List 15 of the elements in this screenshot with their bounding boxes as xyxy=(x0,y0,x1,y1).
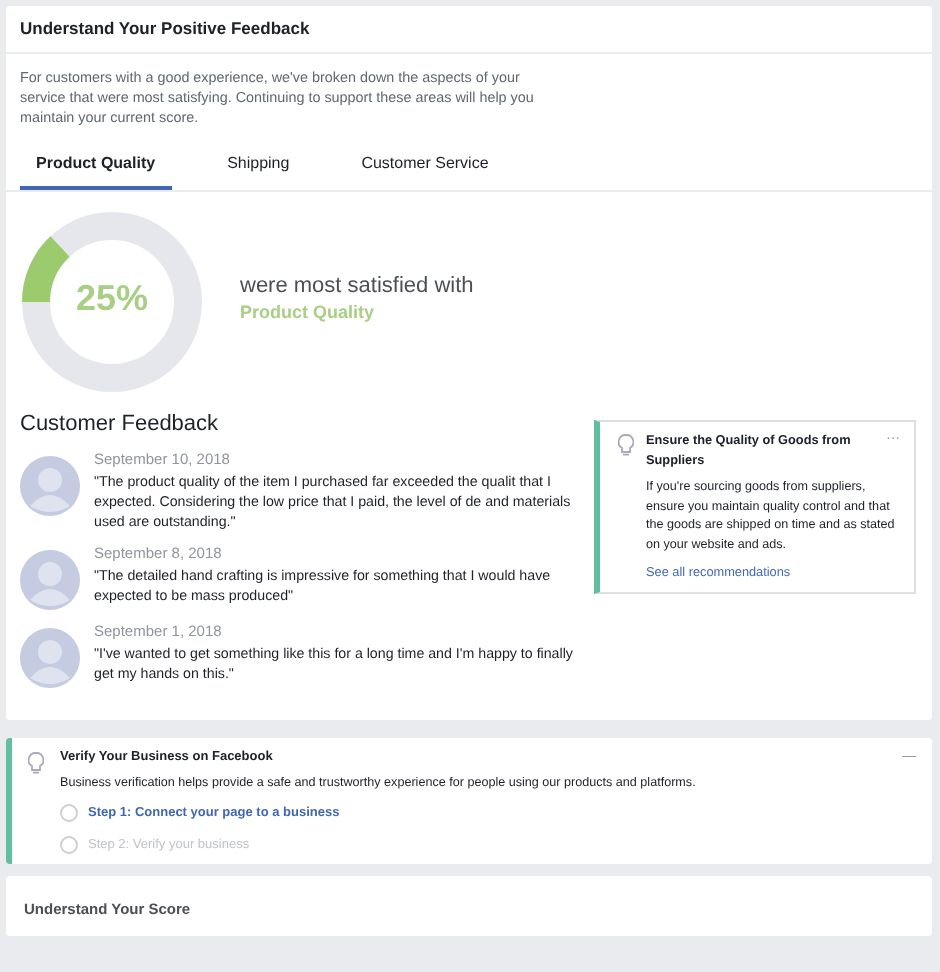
caption: were most satisfied with xyxy=(240,274,474,298)
aspect-label: Product Quality xyxy=(240,302,377,322)
tab[interactable]: Product Quality xyxy=(20,146,172,190)
avatar-icon xyxy=(20,550,80,610)
avatar-icon xyxy=(20,456,80,516)
tab[interactable]: Shipping xyxy=(211,146,306,190)
lightbulb-icon xyxy=(28,752,44,774)
lightbulb-icon xyxy=(618,434,634,456)
percentage: 25% xyxy=(73,278,151,320)
card-title: Understand Your Positive Feedback xyxy=(6,6,932,54)
tab[interactable]: Customer Service xyxy=(345,146,505,190)
step-circle-icon xyxy=(60,804,78,822)
avatar-icon xyxy=(20,628,80,688)
step-circle-icon xyxy=(60,836,78,854)
section-heading: Customer Feedback xyxy=(20,412,221,436)
